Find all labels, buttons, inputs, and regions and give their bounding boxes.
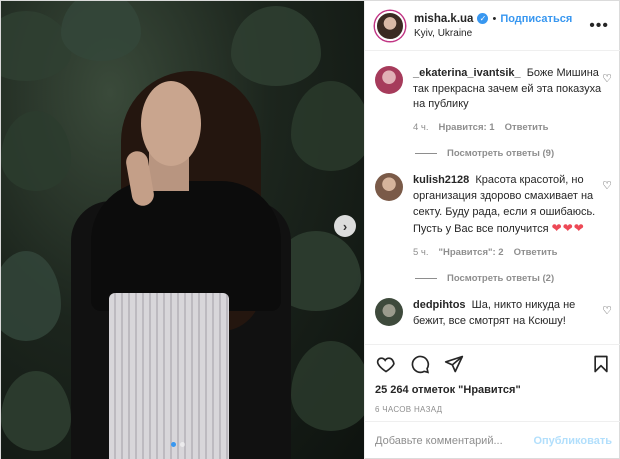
comment-likes[interactable]: "Нравится": 2	[439, 246, 504, 259]
figure-face	[141, 81, 201, 166]
comment-input[interactable]	[375, 435, 534, 447]
bookmark-save-icon[interactable]	[590, 353, 612, 375]
more-options-icon[interactable]: •••	[589, 17, 609, 35]
figure-skirt	[109, 293, 229, 459]
likes-count[interactable]: 25 264 отметок "Нравится"	[375, 384, 612, 396]
replies-divider	[415, 153, 437, 155]
instagram-post-modal: › misha.k.ua ✓ • Подписаться Kyiv, Ukrai…	[0, 0, 620, 459]
comment: kulish2128 Красота красотой, но организа…	[375, 173, 612, 259]
post-photo[interactable]: ›	[1, 1, 364, 459]
heart-emoji-icon: ❤❤❤	[551, 221, 585, 236]
commenter-avatar[interactable]	[375, 298, 403, 327]
commenter-avatar[interactable]	[375, 173, 403, 202]
verified-badge-icon: ✓	[477, 13, 489, 24]
chevron-right-icon: ›	[342, 218, 348, 234]
share-paper-plane-icon[interactable]	[443, 353, 465, 375]
like-comment-heart-icon[interactable]: ♡	[602, 304, 612, 317]
comment-time[interactable]: 5 ч.	[413, 246, 429, 259]
author-row: misha.k.ua ✓ • Подписаться	[414, 13, 572, 25]
post-actions: 25 264 отметок "Нравится" 6 ЧАСОВ НАЗАД	[365, 344, 620, 414]
comment-meta: 5 ч. "Нравится": 2 Ответить	[413, 246, 603, 259]
like-heart-icon[interactable]	[375, 353, 397, 375]
carousel-dot	[180, 442, 185, 447]
leaf-decoration	[1, 111, 71, 191]
author-avatar[interactable]	[375, 10, 405, 41]
comments-list[interactable]: _ekaterina_ivantsik_ Боже Мишина так пре…	[365, 52, 620, 344]
reply-button[interactable]: Ответить	[514, 246, 558, 259]
leaf-decoration	[291, 341, 364, 431]
leaf-decoration	[61, 1, 141, 61]
view-replies-button[interactable]: Посмотреть ответы (9)	[415, 148, 612, 159]
leaf-decoration	[1, 251, 61, 341]
leaf-decoration	[231, 6, 321, 86]
view-replies-label: Посмотреть ответы (2)	[447, 273, 555, 285]
comment-meta: 4 ч. Нравится: 1 Ответить	[413, 121, 603, 134]
comment-body: dedpihtos Ша, никто никуда не бежит, все…	[413, 298, 603, 329]
comment-time[interactable]: 4 ч.	[413, 121, 429, 134]
like-comment-heart-icon[interactable]: ♡	[602, 72, 612, 85]
carousel-dot-active	[171, 442, 176, 447]
leaf-decoration	[1, 371, 71, 451]
comment-likes[interactable]: Нравится: 1	[439, 121, 495, 134]
follow-button[interactable]: Подписаться	[500, 13, 572, 25]
figure-top	[91, 181, 281, 311]
commenter-avatar[interactable]	[375, 66, 403, 94]
post-location[interactable]: Kyiv, Ukraine	[414, 28, 572, 39]
comment-bubble-icon[interactable]	[409, 353, 431, 375]
publish-button[interactable]: Опубликовать	[533, 435, 612, 447]
separator: •	[492, 12, 497, 25]
carousel-indicator	[171, 442, 185, 447]
comment-username[interactable]: _ekaterina_ivantsik_	[413, 67, 521, 79]
like-comment-heart-icon[interactable]: ♡	[602, 179, 612, 192]
author-username[interactable]: misha.k.ua	[414, 13, 473, 25]
reply-button[interactable]: Ответить	[505, 121, 549, 134]
comment-body: _ekaterina_ivantsik_ Боже Мишина так пре…	[413, 66, 603, 134]
comment-body: kulish2128 Красота красотой, но организа…	[413, 173, 603, 259]
view-replies-button[interactable]: Посмотреть ответы (2)	[415, 273, 612, 284]
action-icons-row	[375, 351, 612, 377]
post-timestamp[interactable]: 6 ЧАСОВ НАЗАД	[375, 405, 612, 414]
post-header: misha.k.ua ✓ • Подписаться Kyiv, Ukraine…	[365, 1, 620, 51]
view-replies-label: Посмотреть ответы (9)	[447, 148, 555, 160]
add-comment-bar: Опубликовать	[365, 421, 620, 459]
author-info: misha.k.ua ✓ • Подписаться Kyiv, Ukraine	[414, 13, 572, 39]
comment-username[interactable]: dedpihtos	[413, 299, 466, 311]
next-slide-button[interactable]: ›	[334, 215, 356, 237]
comment: dedpihtos Ша, никто никуда не бежит, все…	[375, 298, 612, 329]
post-side-panel: misha.k.ua ✓ • Подписаться Kyiv, Ukraine…	[364, 1, 620, 459]
leaf-decoration	[291, 81, 364, 171]
comment: _ekaterina_ivantsik_ Боже Мишина так пре…	[375, 66, 612, 134]
comment-username[interactable]: kulish2128	[413, 174, 469, 186]
replies-divider	[415, 278, 437, 280]
leaf-decoration	[1, 11, 71, 81]
